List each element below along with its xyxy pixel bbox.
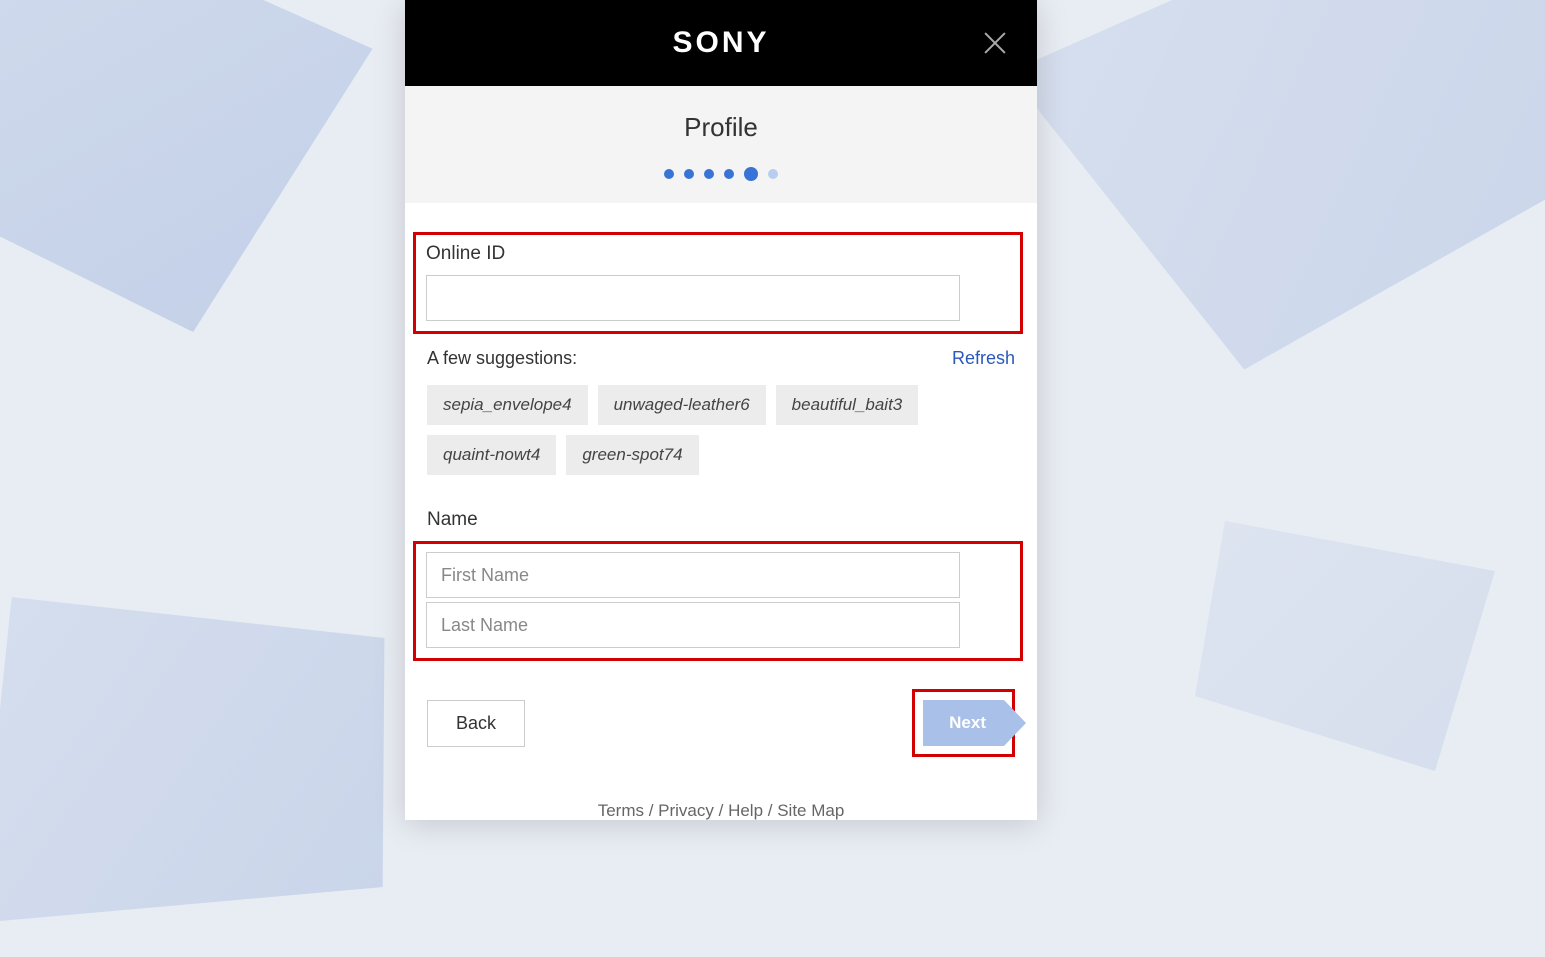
next-highlight: Next (912, 689, 1015, 757)
online-id-highlight: Online ID (413, 232, 1023, 334)
bg-decor (995, 0, 1545, 411)
step-dot (684, 169, 694, 179)
first-name-input[interactable] (426, 552, 960, 598)
action-row: Back Next (427, 689, 1015, 757)
footer-links: Terms / Privacy / Help / Site Map (427, 757, 1015, 820)
last-name-input[interactable] (426, 602, 960, 648)
sitemap-link[interactable]: Site Map (777, 801, 844, 820)
suggestion-chip[interactable]: beautiful_bait3 (776, 385, 919, 425)
bg-decor (0, 535, 427, 957)
close-icon[interactable] (981, 30, 1009, 58)
intro-text-truncated: PlayStation. Other players won't be able… (427, 203, 1015, 232)
bg-decor (0, 0, 393, 358)
next-button[interactable]: Next (923, 700, 1004, 746)
progress-stepper (405, 169, 1037, 181)
step-dot (744, 167, 758, 181)
suggestions-label: A few suggestions: (427, 348, 577, 369)
suggestion-chip[interactable]: quaint-nowt4 (427, 435, 556, 475)
step-dot (664, 169, 674, 179)
modal-subheader: Profile (405, 86, 1037, 203)
suggestions-row: A few suggestions: Refresh (427, 348, 1015, 369)
online-id-label: Online ID (426, 243, 1010, 265)
profile-modal: SONY Profile PlayStation. Other players … (405, 0, 1037, 820)
step-dot (724, 169, 734, 179)
suggestion-chips: sepia_envelope4unwaged-leather6beautiful… (427, 385, 1015, 475)
name-highlight (413, 541, 1023, 661)
refresh-link[interactable]: Refresh (952, 348, 1015, 369)
suggestion-chip[interactable]: unwaged-leather6 (598, 385, 766, 425)
bg-decor (1195, 521, 1495, 771)
help-link[interactable]: Help (728, 801, 763, 820)
terms-link[interactable]: Terms (598, 801, 644, 820)
back-button[interactable]: Back (427, 700, 525, 747)
next-button-label: Next (949, 713, 986, 733)
suggestion-chip[interactable]: sepia_envelope4 (427, 385, 588, 425)
privacy-link[interactable]: Privacy (658, 801, 714, 820)
suggestion-chip[interactable]: green-spot74 (566, 435, 698, 475)
step-dot (768, 169, 778, 179)
online-id-input[interactable] (426, 275, 960, 321)
sony-logo: SONY (672, 26, 769, 60)
modal-body[interactable]: PlayStation. Other players won't be able… (405, 203, 1037, 820)
modal-header: SONY (405, 0, 1037, 86)
step-dot (704, 169, 714, 179)
name-label: Name (427, 509, 1015, 531)
page-title: Profile (405, 112, 1037, 143)
